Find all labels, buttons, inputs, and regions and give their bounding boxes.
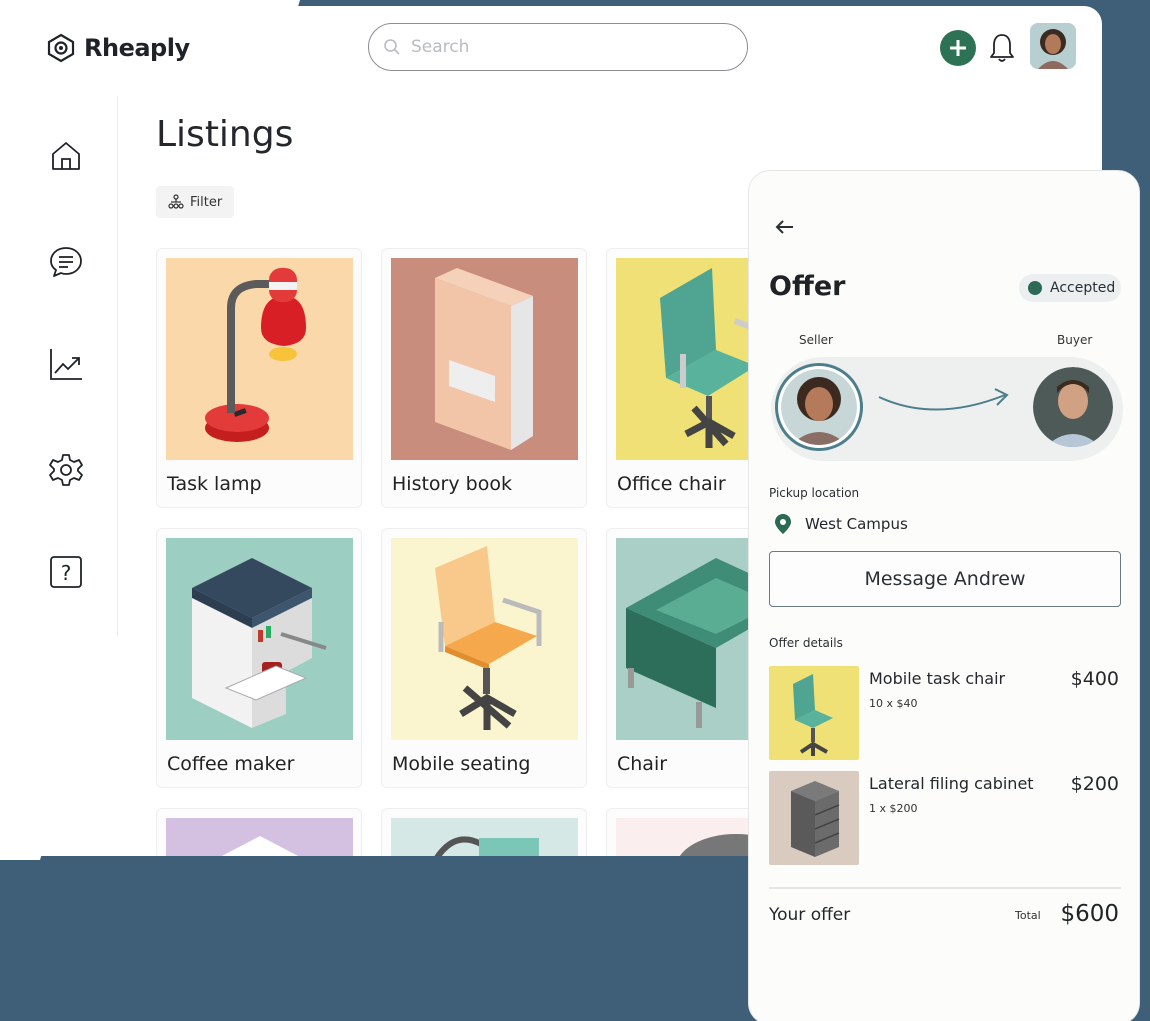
listing-label: History book [392,473,512,495]
buyer-label: Buyer [1057,333,1093,347]
bell-icon[interactable] [988,32,1016,64]
offer-item-name: Lateral filing cabinet [869,774,1034,793]
listing-image [391,538,578,740]
listing-label: Mobile seating [392,753,531,775]
message-button[interactable]: Message Andrew [769,551,1121,607]
back-arrow-icon[interactable] [773,215,797,239]
pickup-label: Pickup location [769,486,860,500]
status-badge: Accepted [1019,274,1121,302]
offer-item-image [769,666,859,760]
offer-details-label: Offer details [769,636,843,650]
top-bar: Rheaply [22,6,1102,88]
listing-image [166,538,353,740]
listing-card[interactable]: History book [381,248,587,508]
listing-label: Chair [617,753,668,775]
listing-label: Task lamp [167,473,262,495]
seller-photo [781,369,857,445]
listing-label: Coffee maker [167,753,295,775]
status-dot [1028,281,1042,295]
sidebar-item-analytics[interactable] [48,346,84,382]
filter-label: Filter [190,194,223,210]
buyer-photo [1033,367,1113,447]
offer-title: Offer [769,271,846,302]
analytics-icon [50,349,82,380]
listing-card[interactable]: Mobile seating [381,528,587,788]
sidebar-item-messages[interactable] [48,244,84,280]
buyer-avatar[interactable] [1033,367,1113,447]
listing-card[interactable] [156,808,362,856]
rheaply-logo-icon [47,33,75,63]
gear-icon [49,454,83,486]
sidebar-item-help[interactable]: ? [48,554,84,590]
task-chair-thumbnail [769,666,859,760]
pickup-location: West Campus [805,515,908,533]
listing-card[interactable]: Coffee maker [156,528,362,788]
offer-item-name: Mobile task chair [869,669,1006,688]
sidebar-item-settings[interactable] [48,452,84,488]
parties-row [771,357,1123,461]
add-button[interactable] [940,30,976,66]
help-icon: ? [50,556,82,588]
filing-cabinet-thumbnail [769,771,859,865]
offer-item-qty: 10 x $40 [869,697,918,710]
offer-panel: Offer Accepted Seller Buyer Pickup locat… [748,170,1140,1021]
sidebar-item-home[interactable] [48,138,84,174]
coffee-maker-image [166,538,353,740]
offer-item-price: $400 [1070,668,1119,690]
filter-button[interactable]: Filter [156,186,234,218]
offer-item-image [769,771,859,865]
search-bar[interactable] [368,23,748,71]
offer-item-qty: 1 x $200 [869,802,918,815]
task-lamp-image [166,258,353,460]
avatar-image [1030,23,1076,69]
status-text: Accepted [1050,280,1116,296]
chat-icon [50,247,82,277]
sidebar: ? [22,96,118,636]
listing-label: Office chair [617,473,726,495]
brand-name: Rheaply [84,34,190,62]
listing-image [391,818,578,856]
device-image [391,818,578,856]
listing-card[interactable]: Task lamp [156,248,362,508]
search-icon [384,39,400,55]
user-avatar[interactable] [1030,23,1076,69]
envelope-image [166,818,353,856]
offer-item-price: $200 [1070,773,1119,795]
seller-avatar[interactable] [775,363,863,451]
page-title: Listings [156,114,294,155]
transfer-arrow-icon [878,388,1009,411]
search-input[interactable] [411,37,711,57]
history-book-image [391,258,578,460]
your-offer-label: Your offer [769,905,851,925]
divider [769,887,1121,889]
mobile-seating-image [391,538,578,740]
plus-icon [950,40,966,56]
home-icon [52,142,80,170]
total-label: Total [1015,909,1041,922]
listing-image [391,258,578,460]
filter-icon [168,194,184,209]
listing-image [166,258,353,460]
listing-image [166,818,353,856]
seller-label: Seller [799,333,833,347]
logo[interactable]: Rheaply [46,33,190,63]
total-value: $600 [1060,901,1119,927]
svg-text:?: ? [61,561,72,585]
location-pin-icon [775,514,791,534]
listing-card[interactable] [381,808,587,856]
